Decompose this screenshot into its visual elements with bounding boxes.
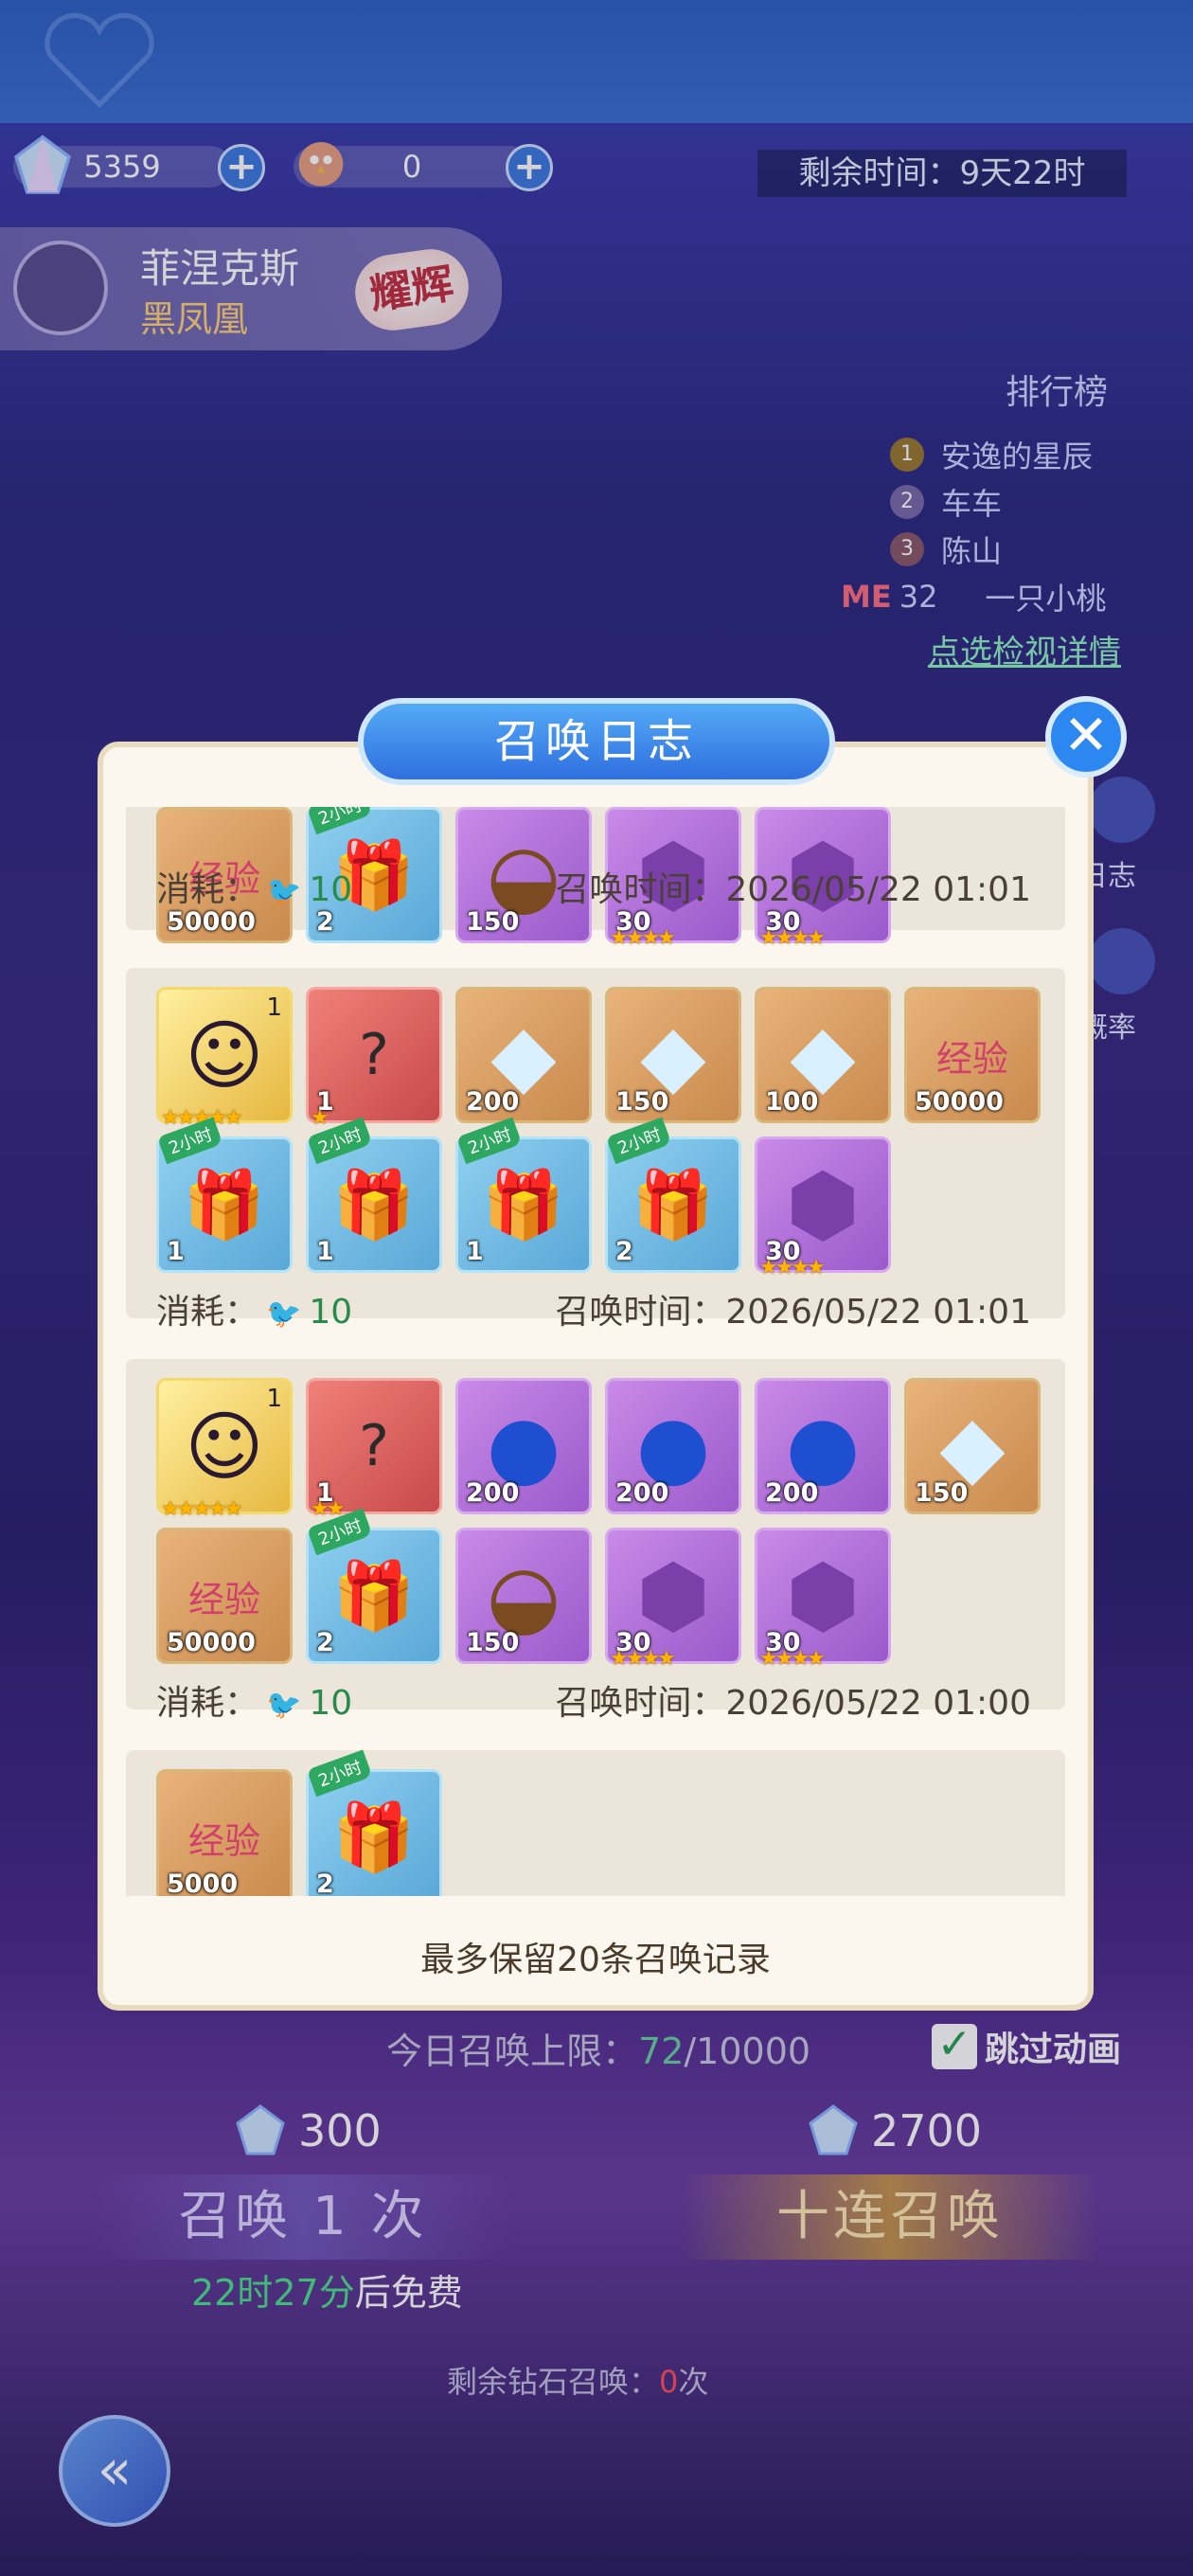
item-count: 5000 bbox=[167, 1869, 239, 1896]
star-rating: ★★★★ bbox=[610, 1647, 676, 1671]
reward-item[interactable]: ⬢ 30 ★★★★ bbox=[605, 1528, 741, 1671]
reward-item[interactable]: ◒ 150 bbox=[455, 1528, 592, 1664]
cost-line: 消耗： 🐦 10 bbox=[156, 862, 352, 911]
summon-time: 召唤时间：2026/05/22 01:01 bbox=[555, 1293, 1031, 1332]
item-count: 50000 bbox=[915, 1087, 1004, 1117]
reward-item[interactable]: ☺ 1 ★★★★★ bbox=[156, 1378, 293, 1521]
log-entry: 经验 50000 🎁 2小时 2 ◒ 150 ⬢ 30 ★★★★ ⬢ 30 ★★★★ 消耗： 🐦 10 召唤时间… bbox=[126, 807, 1065, 950]
item-count: 150 bbox=[466, 1628, 520, 1657]
star-rating: ★★★★ bbox=[759, 926, 826, 950]
reward-item[interactable]: ⬢ 30 ★★★★ bbox=[755, 1136, 891, 1279]
item-count: 150 bbox=[466, 907, 520, 937]
reward-item[interactable]: ◆ 150 bbox=[605, 987, 741, 1123]
log-entry: 经验 5000 🎁 2小时 2 bbox=[126, 1749, 1065, 1896]
item-count: 200 bbox=[615, 1478, 669, 1508]
item-level: 1 bbox=[266, 993, 282, 1022]
item-count: 200 bbox=[466, 1087, 520, 1117]
reward-item[interactable]: 经验 50000 bbox=[904, 987, 1041, 1123]
item-count: 50000 bbox=[167, 1628, 256, 1657]
summon-time: 召唤时间：2026/05/22 01:01 bbox=[555, 870, 1031, 909]
close-button[interactable]: ✕ bbox=[1045, 696, 1127, 778]
reward-item[interactable]: ? 1 ★ bbox=[306, 987, 442, 1130]
reward-item[interactable]: ● 200 bbox=[755, 1378, 891, 1514]
log-entry: ☺ 1 ★★★★★? 1 ★★ ● 200 ● 200 ● 200 ◆ 150 经验 50000 🎁 2小时 2 ◒… bbox=[126, 1359, 1065, 1723]
reward-item[interactable]: 经验 5000 bbox=[156, 1769, 293, 1896]
retention-note: 最多保留20条召唤记录 bbox=[420, 1941, 771, 1979]
item-count: 2 bbox=[316, 1869, 334, 1896]
item-count: 2 bbox=[316, 907, 334, 937]
item-level: 1 bbox=[266, 1385, 282, 1413]
reward-item[interactable]: ☺ 1 ★★★★★ bbox=[156, 987, 293, 1130]
reward-item[interactable]: ◆ 150 bbox=[904, 1378, 1041, 1514]
item-count: 200 bbox=[466, 1478, 520, 1508]
star-rating: ★★★★ bbox=[759, 1256, 826, 1279]
reward-item[interactable]: ● 200 bbox=[605, 1378, 741, 1514]
item-count: 100 bbox=[765, 1087, 819, 1117]
item-count: 200 bbox=[765, 1478, 819, 1508]
close-icon: ✕ bbox=[1062, 703, 1110, 767]
reward-item[interactable]: ● 200 bbox=[455, 1378, 592, 1514]
reward-item[interactable]: ? 1 ★★ bbox=[306, 1378, 442, 1521]
cost-line: 消耗： 🐦 10 bbox=[156, 1284, 352, 1333]
reward-item[interactable]: ◆ 100 bbox=[755, 987, 891, 1123]
item-count: 1 bbox=[167, 1237, 185, 1266]
item-count: 2 bbox=[316, 1628, 334, 1657]
reward-item[interactable]: ⬢ 30 ★★★★ bbox=[755, 1528, 891, 1671]
cost-value: 10 bbox=[309, 870, 353, 909]
item-count: 1 bbox=[466, 1237, 484, 1266]
summon-time: 召唤时间：2026/05/22 01:00 bbox=[555, 1684, 1031, 1723]
reward-item[interactable]: 经验 50000 bbox=[156, 1528, 293, 1664]
item-count: 1 bbox=[316, 1237, 334, 1266]
reward-item[interactable]: 🎁 2小时 1 bbox=[306, 1117, 442, 1273]
item-count: 50000 bbox=[167, 907, 256, 937]
reward-item[interactable]: 🎁 2小时 1 bbox=[455, 1117, 592, 1273]
star-rating: ★★★★ bbox=[759, 1647, 826, 1671]
item-count: 150 bbox=[915, 1478, 969, 1508]
bird-token-icon: 🐦 bbox=[266, 1689, 302, 1722]
cost-value: 10 bbox=[309, 1684, 353, 1723]
reward-item[interactable]: 🎁 2小时 1 bbox=[156, 1117, 293, 1273]
cost-line: 消耗： 🐦 10 bbox=[156, 1675, 352, 1725]
cost-label: 消耗： bbox=[156, 1293, 259, 1332]
star-rating: ★ bbox=[311, 1106, 329, 1130]
star-rating: ★★★★★ bbox=[161, 1497, 243, 1521]
reward-item[interactable]: 🎁 2小时 2 bbox=[306, 1508, 442, 1664]
item-count: 150 bbox=[615, 1087, 669, 1117]
summon-log-list[interactable]: 经验 50000 🎁 2小时 2 ◒ 150 ⬢ 30 ★★★★ ⬢ 30 ★★★★ 消耗： 🐦 10 召唤时间… bbox=[126, 807, 1065, 1896]
cost-label: 消耗： bbox=[156, 870, 259, 909]
cost-label: 消耗： bbox=[156, 1684, 259, 1723]
bird-token-icon: 🐦 bbox=[266, 1297, 302, 1331]
reward-item[interactable]: 🎁 2小时 2 bbox=[605, 1117, 741, 1273]
star-rating: ★★★★ bbox=[610, 926, 676, 950]
log-entry: ☺ 1 ★★★★★? 1 ★ ◆ 200 ◆ 150 ◆ 100 经验 50000 🎁 2小时 1 🎁 2小时 1 🎁… bbox=[126, 968, 1065, 1332]
reward-item[interactable]: ◆ 200 bbox=[455, 987, 592, 1123]
item-count: 2 bbox=[615, 1237, 633, 1266]
bird-token-icon: 🐦 bbox=[266, 875, 302, 908]
dialog-title: 召唤日志 bbox=[358, 698, 835, 785]
reward-item[interactable]: 🎁 2小时 2 bbox=[306, 1749, 442, 1896]
cost-value: 10 bbox=[309, 1293, 353, 1332]
